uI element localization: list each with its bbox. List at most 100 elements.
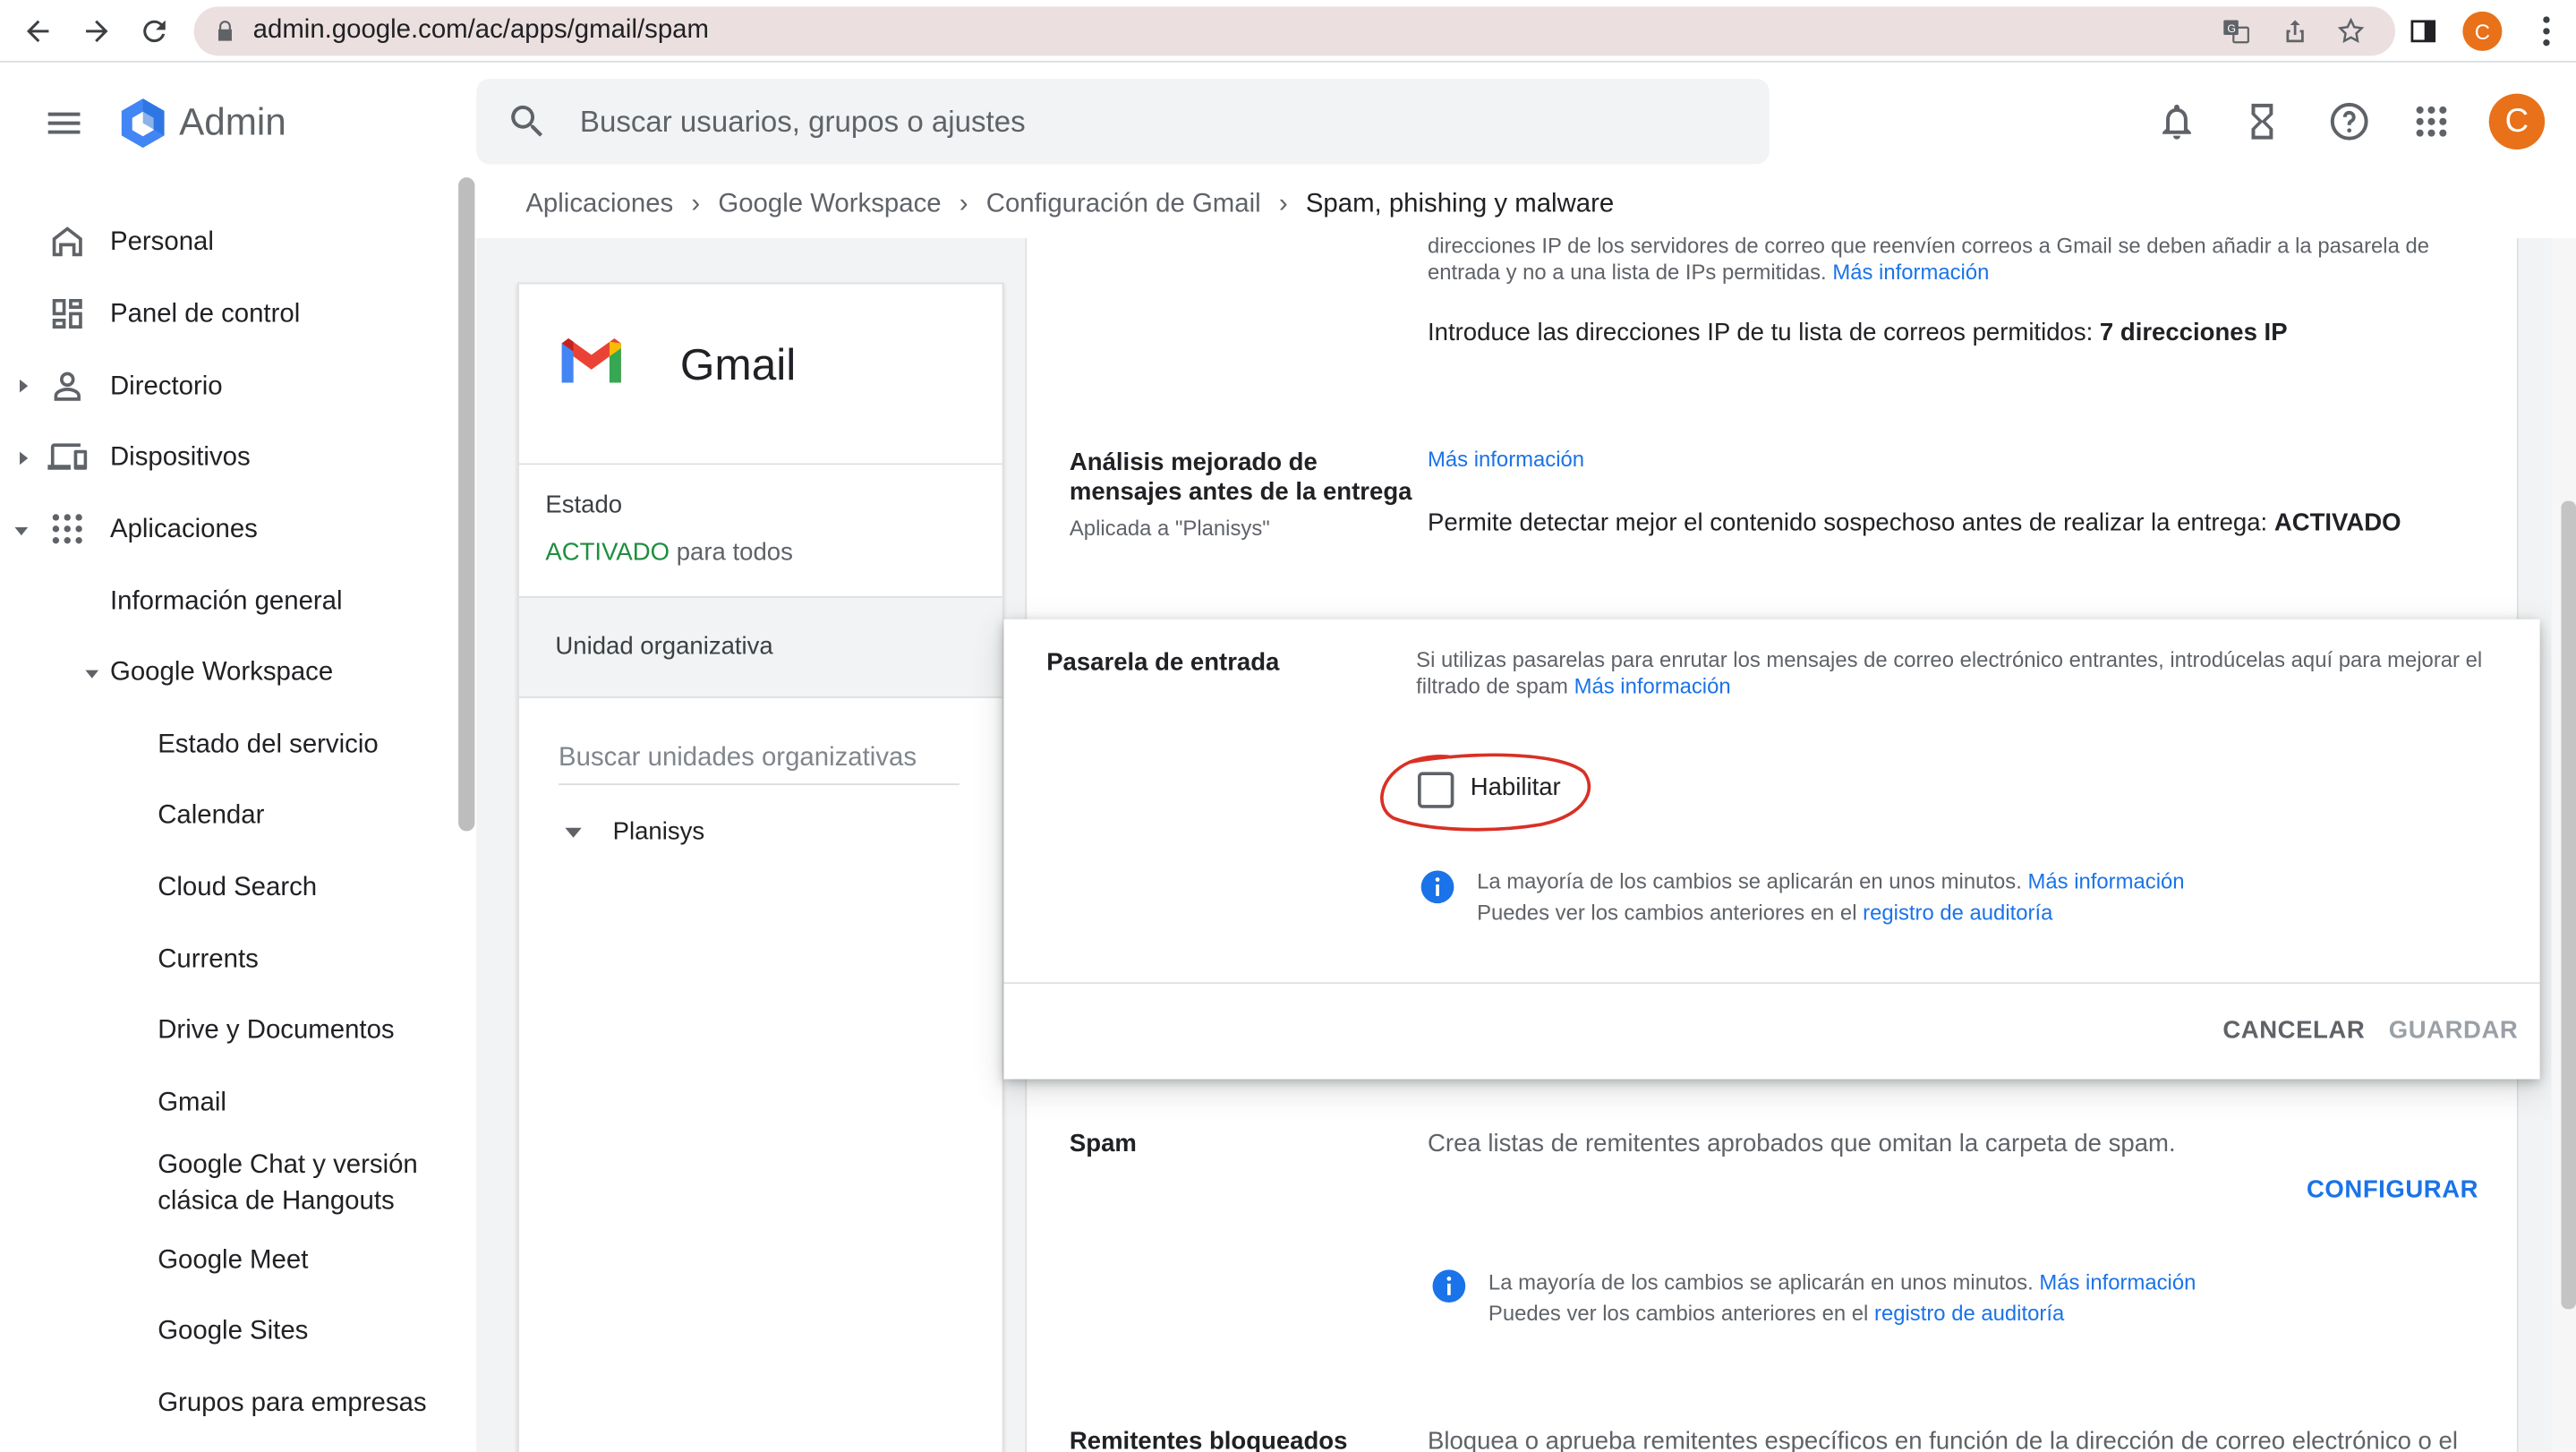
breadcrumb-gmail-settings[interactable]: Configuración de Gmail <box>986 191 1261 220</box>
admin-logo-icon <box>115 95 170 150</box>
breadcrumb-current: Spam, phishing y malware <box>1305 190 1615 219</box>
dialog-info-line2: Puedes ver los cambios anteriores en el <box>1477 900 1864 926</box>
sidebar-item-calendar[interactable]: Calendar <box>158 801 264 831</box>
gmail-title: Gmail <box>679 339 797 389</box>
reload-icon[interactable] <box>135 12 175 51</box>
search-placeholder: Buscar usuarios, grupos o ajustes <box>579 105 1026 139</box>
sidebar-item-gmail[interactable]: Gmail <box>158 1089 226 1118</box>
app-name: Admin <box>179 99 286 143</box>
spam-info-line1: La mayoría de los cambios se aplicarán e… <box>1488 1269 2040 1294</box>
inbound-gateway-dialog: Pasarela de entrada Si utilizas pasarela… <box>1003 619 2540 1080</box>
chevron-right-icon: › <box>691 190 701 219</box>
configure-button[interactable]: CONFIGURAR <box>2307 1176 2478 1204</box>
top-desc-line1: direcciones IP de los servidores de corr… <box>1428 233 2430 259</box>
hourglass-tasks-icon[interactable] <box>2238 97 2287 146</box>
sidebar-item-devices[interactable]: Dispositivos <box>110 443 251 473</box>
url-text: admin.google.com/ac/apps/gmail/spam <box>252 16 709 45</box>
top-more-info-link[interactable]: Más información <box>1832 260 1989 285</box>
sidebar-item-overview[interactable]: Información general <box>110 588 343 618</box>
analysis-label: Análisis mejorado de mensajes antes de l… <box>1069 448 1412 507</box>
info-icon <box>1431 1268 1467 1303</box>
sidebar-item-google-workspace[interactable]: Google Workspace <box>110 659 333 688</box>
side-panel-icon[interactable] <box>2409 16 2438 46</box>
sidebar-item-apps[interactable]: Aplicaciones <box>110 516 258 545</box>
divider <box>1003 982 2540 985</box>
sidebar-item-directory[interactable]: Directorio <box>110 373 223 403</box>
blocked-senders-description: Bloquea o aprueba remitentes específicos… <box>1428 1427 2458 1452</box>
expand-caret-icon[interactable] <box>15 378 31 394</box>
org-search-placeholder: Buscar unidades organizativas <box>559 744 917 773</box>
search-input[interactable]: Buscar usuarios, grupos o ajustes <box>476 79 1770 165</box>
ip-list-row: Introduce las direcciones IP de tu lista… <box>1428 319 2288 346</box>
dialog-audit-log-link[interactable]: registro de auditoría <box>1863 900 2052 925</box>
divider <box>519 463 1002 465</box>
status-value: ACTIVADO <box>545 538 670 568</box>
home-icon <box>47 222 87 261</box>
dialog-title: Pasarela de entrada <box>1046 648 1280 677</box>
status-suffix: para todos <box>670 538 793 568</box>
spam-description: Crea listas de remitentes aprobados que … <box>1428 1130 2176 1158</box>
breadcrumb: Aplicaciones › Google Workspace › Config… <box>525 191 1614 220</box>
forward-arrow-icon[interactable] <box>77 12 116 51</box>
lock-icon[interactable] <box>214 20 237 43</box>
person-icon <box>47 366 87 406</box>
chevron-right-icon: › <box>1278 190 1288 219</box>
sidebar-item-chat[interactable]: Google Chat y versión clásica de Hangout… <box>158 1149 437 1221</box>
sidebar-item-dashboard[interactable]: Panel de control <box>110 301 300 330</box>
apps-grid-icon[interactable] <box>2407 97 2456 146</box>
analysis-applied: Aplicada a "Planisys" <box>1069 516 1270 541</box>
spam-audit-log-link[interactable]: registro de auditoría <box>1874 1301 2064 1326</box>
devices-icon <box>47 437 88 476</box>
translate-icon[interactable]: G <box>2222 16 2251 46</box>
sidebar-item-groups[interactable]: Grupos para empresas <box>158 1389 426 1419</box>
analysis-value: ACTIVADO <box>2273 508 2401 537</box>
main-scrollbar[interactable] <box>2561 500 2576 1310</box>
sidebar-item-service-status[interactable]: Estado del servicio <box>158 731 378 761</box>
notifications-bell-icon[interactable] <box>2152 97 2201 146</box>
breadcrumb-apps[interactable]: Aplicaciones <box>525 191 673 220</box>
info-icon <box>1420 869 1455 905</box>
sidebar-item-personal[interactable]: Personal <box>110 228 214 258</box>
address-bar[interactable]: admin.google.com/ac/apps/gmail/spam G <box>193 6 2396 56</box>
org-collapse-caret-icon[interactable] <box>565 824 582 841</box>
svg-text:G: G <box>2227 22 2236 35</box>
sidebar-item-cloud-search[interactable]: Cloud Search <box>158 874 317 903</box>
breadcrumb-workspace[interactable]: Google Workspace <box>718 191 941 220</box>
back-arrow-icon[interactable] <box>18 12 57 51</box>
bookmark-star-icon[interactable] <box>2336 16 2366 46</box>
hamburger-menu-icon[interactable] <box>43 102 86 145</box>
org-tree-root[interactable]: Planisys <box>613 818 705 846</box>
more-vert-icon[interactable] <box>2530 13 2563 49</box>
gmail-logo-icon <box>559 333 624 389</box>
blocked-senders-label: Remitentes bloqueados <box>1069 1427 1348 1452</box>
analysis-more-info-link[interactable]: Más información <box>1428 447 1584 472</box>
sidebar-item-meet[interactable]: Google Meet <box>158 1247 308 1277</box>
sidebar-item-currents[interactable]: Currents <box>158 946 259 976</box>
apps-icon <box>47 509 87 549</box>
dialog-more-info-link[interactable]: Más información <box>1574 673 1731 698</box>
spam-info-text: La mayoría de los cambios se aplicarán e… <box>1488 1267 2196 1329</box>
spam-info-line2: Puedes ver los cambios anteriores en el <box>1488 1301 1875 1326</box>
dialog-info-more-link[interactable]: Más información <box>2028 869 2185 894</box>
top-desc-line2: entrada y no a una lista de IPs permitid… <box>1428 259 1827 285</box>
red-annotation-circle <box>1377 752 1593 834</box>
spam-info-more-link[interactable]: Más información <box>2039 1269 2196 1294</box>
collapse-caret-icon[interactable] <box>84 665 100 681</box>
browser-profile-avatar[interactable]: C <box>2462 11 2503 51</box>
sidebar-item-sites[interactable]: Google Sites <box>158 1318 308 1347</box>
search-icon <box>506 100 549 143</box>
save-button[interactable]: GUARDAR <box>2389 1017 2519 1045</box>
collapse-caret-icon[interactable] <box>13 522 30 538</box>
sidebar-item-drive[interactable]: Drive y Documentos <box>158 1017 394 1046</box>
share-icon[interactable] <box>2281 16 2310 46</box>
expand-caret-icon[interactable] <box>15 450 31 466</box>
account-avatar[interactable]: C <box>2488 93 2546 149</box>
cancel-button[interactable]: CANCELAR <box>2222 1017 2365 1045</box>
org-search-input[interactable]: Buscar unidades organizativas <box>559 739 960 786</box>
dialog-info-line1: La mayoría de los cambios se aplicarán e… <box>1477 868 2028 894</box>
help-icon[interactable] <box>2324 97 2374 146</box>
sidebar-scrollbar[interactable] <box>458 177 475 832</box>
spam-label: Spam <box>1069 1130 1137 1158</box>
analysis-row: Permite detectar mejor el contenido sosp… <box>1428 509 2401 537</box>
org-unit-header: Unidad organizativa <box>519 596 1002 698</box>
